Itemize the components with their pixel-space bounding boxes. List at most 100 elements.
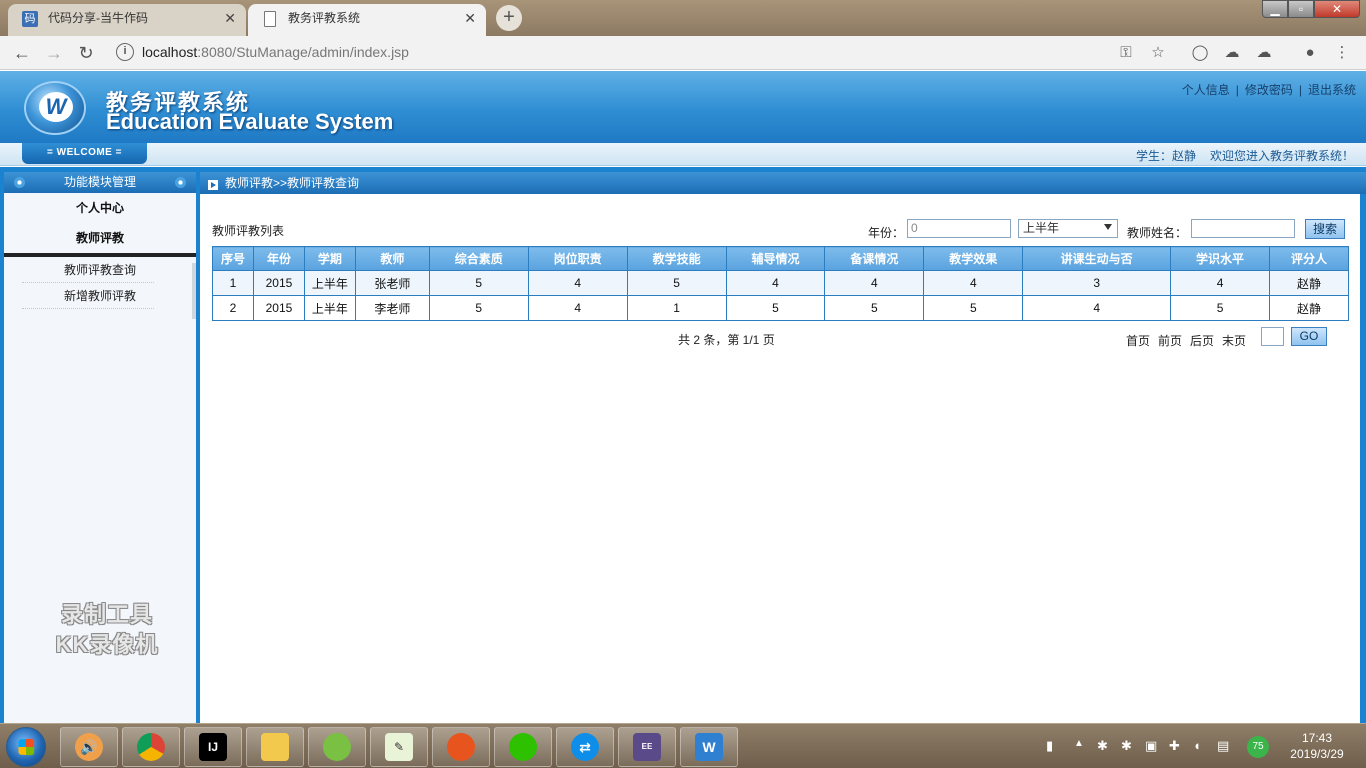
column-header: 年份 [252,246,305,271]
taskbar-app-w[interactable]: W [680,727,738,767]
folder-icon [261,733,289,761]
menu-icon[interactable]: ⋮ [1332,43,1352,63]
teamviewer-icon: ⇄ [571,733,599,761]
start-button[interactable] [6,727,46,767]
browser-tab-strip: 码 代码分享-当牛作码 ✕ 教务评教系统 ✕ + ▁ ▫ ✕ [0,0,1366,36]
table-cell: 3 [1022,270,1172,296]
table-cell: 4 [1022,295,1172,321]
clock[interactable]: 17:43 2019/3/29 [1282,730,1352,762]
back-icon[interactable]: ← [10,41,34,65]
logout-link[interactable]: 退出系统 [1308,83,1356,97]
taskbar-volume-app[interactable]: 🔊 [60,727,118,767]
page-number-input[interactable] [1261,327,1284,346]
sidebar-scrollbar[interactable] [192,263,196,319]
pager-links: 首页 前页 后页 末页 [1126,332,1254,349]
change-password-link[interactable]: 修改密码 [1245,83,1293,97]
taskbar-wechat[interactable] [494,727,552,767]
close-window-button[interactable]: ✕ [1314,0,1360,18]
table-cell: 上半年 [303,295,356,321]
profile-link[interactable]: 个人信息 [1182,83,1230,97]
network-icon[interactable]: ▣ [1145,738,1157,754]
table-cell: 4 [824,270,925,296]
battery-icon[interactable]: ▮ [1046,738,1053,754]
extension-cloud-icon[interactable]: ☁ [1222,43,1242,63]
url-field[interactable]: localhost:8080/StuManage/admin/index.jsp [142,44,409,60]
tray-star2-icon[interactable]: ✱ [1121,738,1132,754]
sidebar-item-personal-center[interactable]: 个人中心 [4,193,196,223]
taskbar-app-fox[interactable] [432,727,490,767]
table-cell: 4 [527,295,628,321]
first-page-link[interactable]: 首页 [1126,334,1150,348]
next-page-link[interactable]: 后页 [1190,334,1214,348]
teacher-name-input[interactable] [1191,219,1295,238]
search-button[interactable]: 搜索 [1305,219,1345,239]
new-tab-button[interactable]: + [496,5,522,31]
page-favicon-icon [264,11,276,27]
taskbar-file-explorer[interactable] [246,727,304,767]
key-icon[interactable]: ⚿ [1116,43,1136,63]
taskbar-chrome[interactable] [122,727,180,767]
windows-taskbar: 🔊 IJ ✎ ⇄ EE W ▮ ▲ ✱ ✱ ▣ ✚ ◖ ▤ 75 17:43 2… [0,723,1366,768]
decor-dot-icon [14,177,25,188]
show-hidden-icons-icon[interactable]: ▲ [1074,738,1084,749]
taskbar-notepad[interactable]: ✎ [370,727,428,767]
fox-app-icon [447,733,475,761]
column-header: 教学效果 [923,246,1024,271]
tray-app-icon[interactable]: ✚ [1169,738,1180,754]
sidebar-item-new-evaluation[interactable]: 新增教师评教 [4,283,196,309]
site-header: W 教务评教系统 Education Evaluate System 个人信息 |… [0,71,1366,143]
dropdown-arrow-icon [1104,224,1112,230]
wechat-icon [509,733,537,761]
current-user: 学生：赵静 [1135,149,1196,163]
column-header: 备课情况 [824,246,925,271]
volume-icon[interactable]: ◖ [1193,738,1201,753]
header-links: 个人信息 | 修改密码 | 退出系统 [1181,83,1356,97]
action-center-icon[interactable]: ▤ [1217,738,1229,754]
site-info-icon[interactable]: i [116,43,134,61]
greeting-text: 欢迎您进入教务评教系统！ [1209,149,1354,163]
tray-badge[interactable]: 75 [1247,736,1269,758]
browser-tab-active[interactable]: 教务评教系统 ✕ [248,4,486,36]
profile-icon[interactable]: ● [1300,43,1320,63]
taskbar-teamviewer[interactable]: ⇄ [556,727,614,767]
taskbar-app-green[interactable] [308,727,366,767]
forward-icon[interactable]: → [42,41,66,65]
table-cell: 1 [626,295,727,321]
table-header-row: 序号 年份 学期 教师 综合素质 岗位职责 教学技能 辅导情况 备课情况 教学效果 讲课生动与否 学识… [212,246,1349,271]
year-input[interactable]: 0 [907,219,1011,238]
close-tab-icon[interactable]: ✕ [224,4,236,32]
green-app-icon [323,733,351,761]
extension-circle-icon[interactable]: ◯ [1190,43,1210,63]
tray-star-icon[interactable]: ✱ [1097,738,1108,754]
table-cell: 李老师 [354,295,430,321]
close-tab-icon[interactable]: ✕ [464,4,476,32]
speaker-icon: 🔊 [75,733,103,761]
list-title: 教师评教列表 [212,224,285,238]
reload-icon[interactable]: ↻ [74,41,98,65]
table-cell: 4 [527,270,628,296]
teacher-name-label: 教师姓名： [1127,226,1188,240]
table-cell: 4 [923,270,1024,296]
chrome-icon [137,733,165,761]
recorder-watermark: 录制工具 KK录像机 [55,602,159,657]
maximize-window-button[interactable]: ▫ [1288,0,1314,18]
table-cell: 5 [626,270,727,296]
welcome-tag: = WELCOME = [22,143,147,164]
go-button[interactable]: GO [1291,327,1327,346]
browser-tab-inactive[interactable]: 码 代码分享-当牛作码 ✕ [8,4,246,36]
taskbar-intellij-idea[interactable]: IJ [184,727,242,767]
sidebar-item-evaluation-query[interactable]: 教师评教查询 [4,257,196,283]
logo: W [24,81,86,135]
pager-info: 共 2 条，第 1/1 页 [678,333,775,347]
extension-cloud2-icon[interactable]: ☁ [1254,43,1274,63]
taskbar-javaee-ide[interactable]: EE [618,727,676,767]
prev-page-link[interactable]: 前页 [1158,334,1182,348]
minimize-window-button[interactable]: ▁ [1262,0,1288,18]
bookmark-star-icon[interactable]: ☆ [1148,43,1168,63]
year-label: 年份： [868,226,905,240]
sidebar-item-teacher-evaluation[interactable]: 教师评教 [4,223,196,253]
column-header: 评分人 [1269,246,1349,271]
table-row: 2 2015 上半年 李老师 5 4 1 5 5 5 4 5 赵静 [212,295,1349,321]
last-page-link[interactable]: 末页 [1222,334,1246,348]
term-select[interactable]: 上半年 [1018,219,1118,238]
